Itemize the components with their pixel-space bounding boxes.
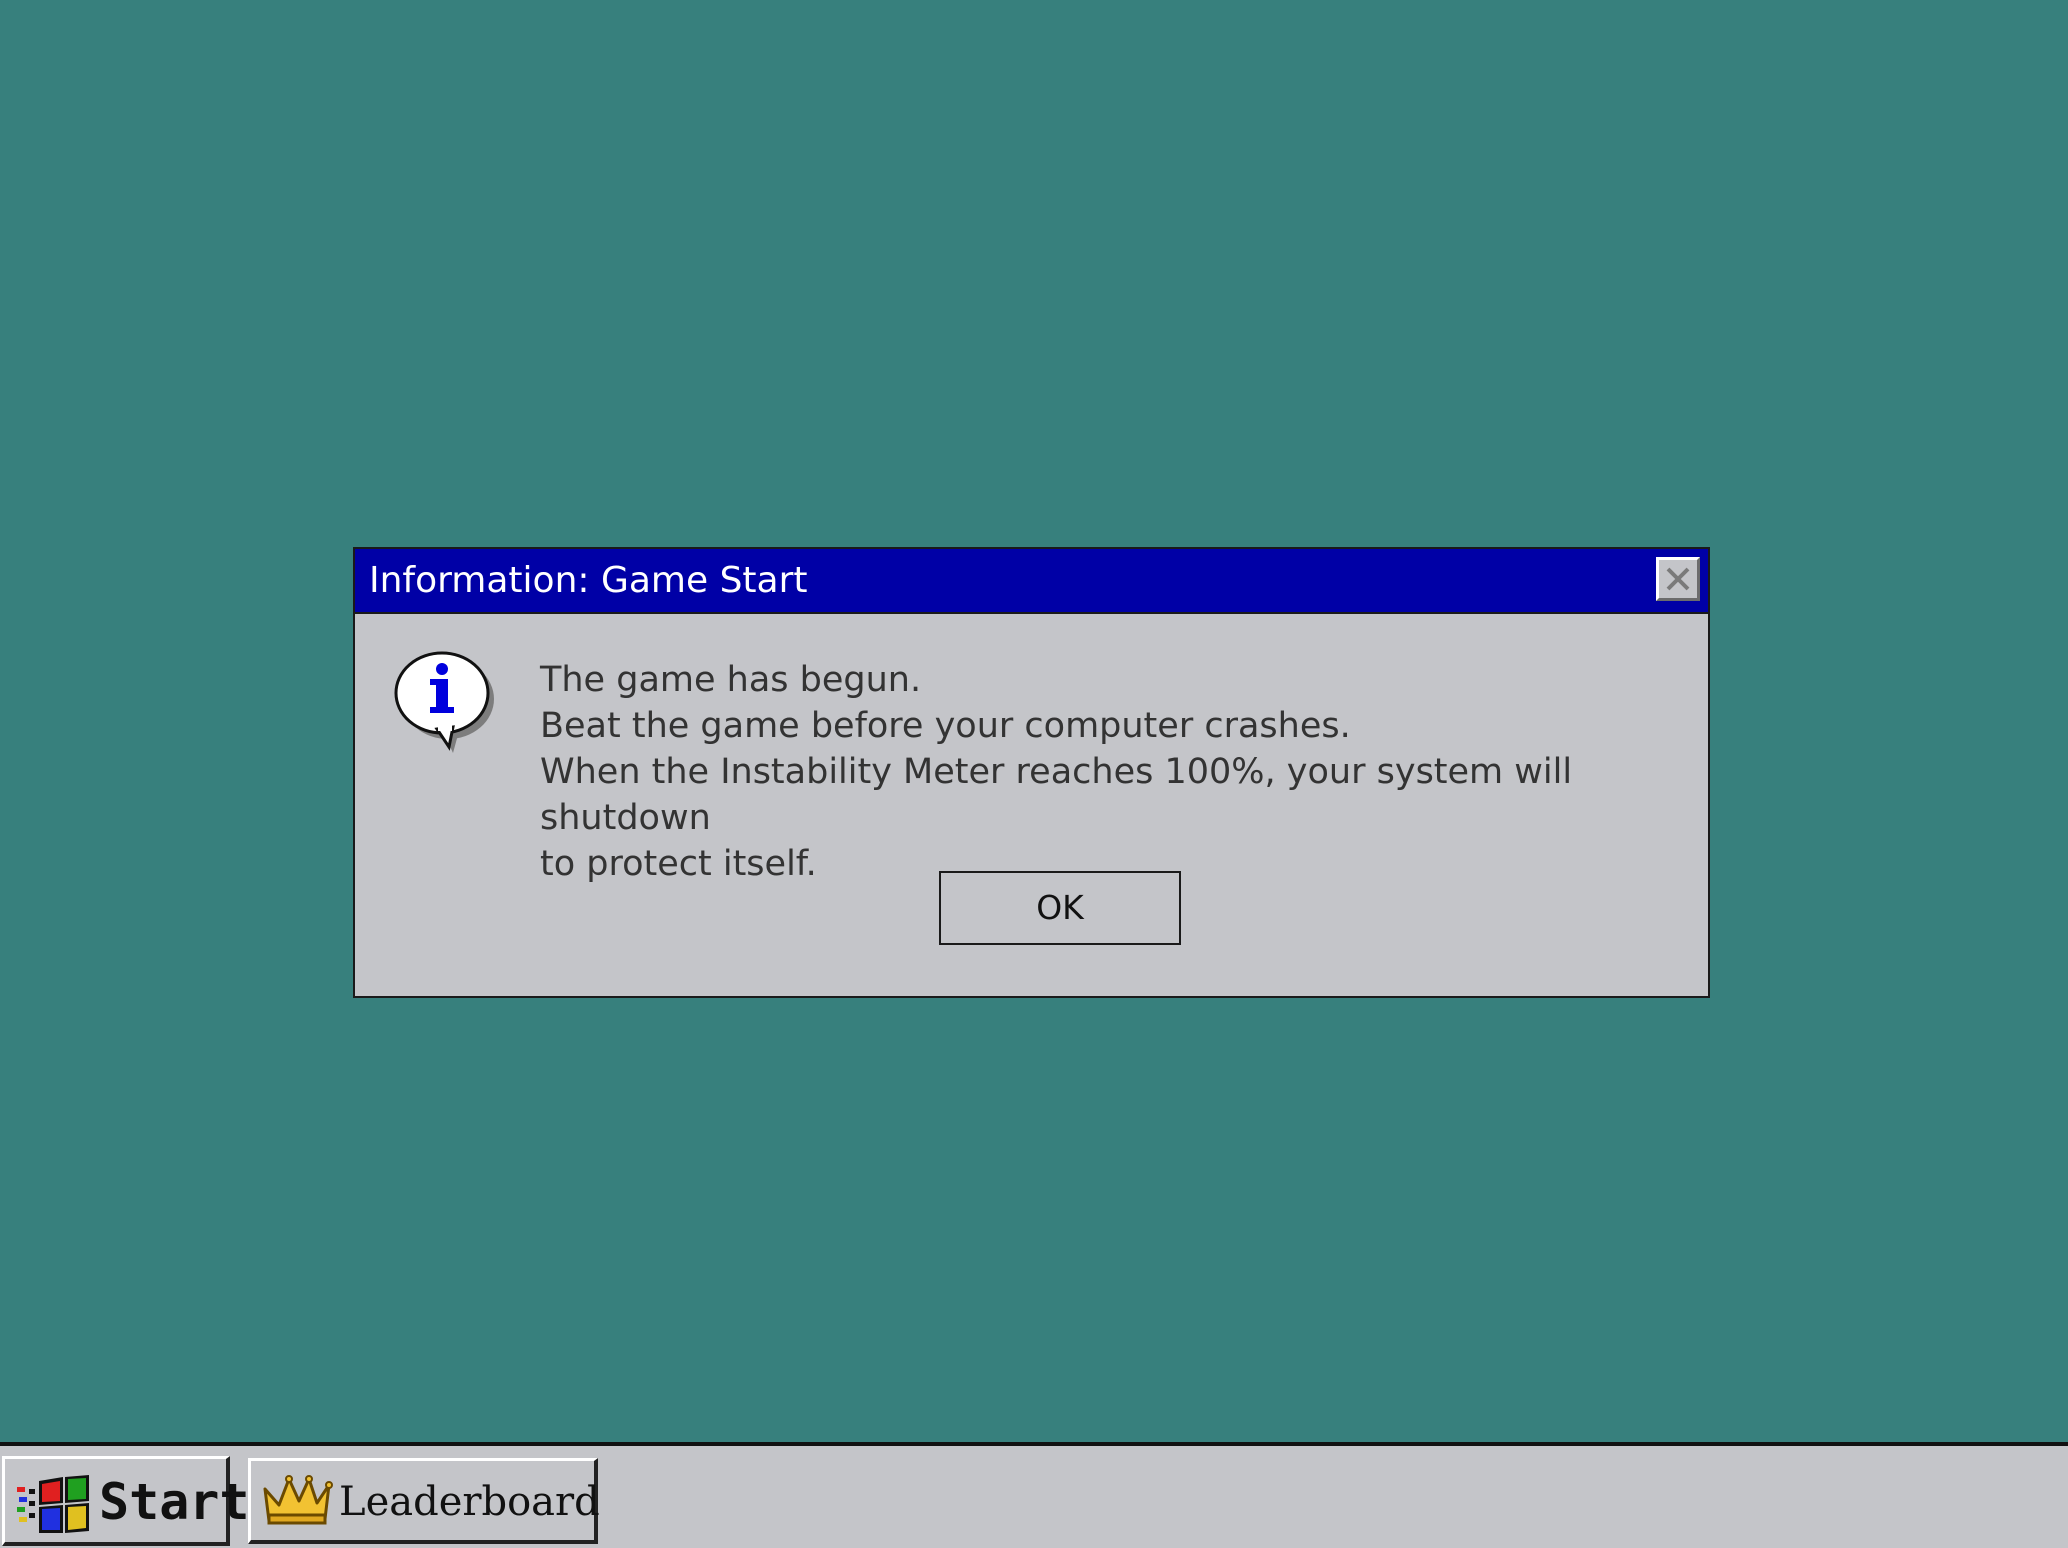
message-line: The game has begun. [540,660,922,700]
crown-icon [263,1475,333,1525]
start-button[interactable]: Start [2,1456,250,1546]
dialog-title: Information: Game Start [369,560,808,601]
windows-flag-icon [17,1475,89,1533]
message-line: When the Instability Meter reaches 100%,… [540,752,1573,838]
dialog-message: The game has begun. Beat the game before… [540,657,1690,887]
message-line: Beat the game before your computer crash… [540,706,1351,746]
taskbar: Start Leaderboard [0,1442,2068,1548]
leaderboard-button[interactable]: Leaderboard [248,1458,600,1544]
info-dialog: Information: Game Start The game has beg… [353,547,1710,998]
info-speech-bubble-icon [394,651,494,753]
close-button[interactable] [1656,557,1700,601]
leaderboard-label: Leaderboard [339,1479,600,1525]
dialog-titlebar[interactable]: Information: Game Start [355,549,1708,614]
close-icon [1666,567,1690,591]
start-label: Start [99,1473,250,1531]
ok-button[interactable]: OK [939,871,1181,945]
